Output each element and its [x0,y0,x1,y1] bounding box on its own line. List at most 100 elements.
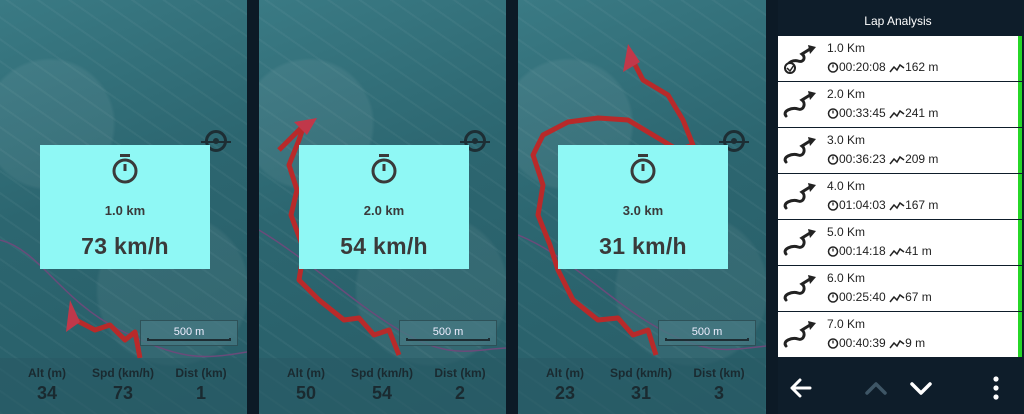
lap-elevation: 209 m [905,152,939,166]
elevation-icon [889,247,905,257]
route-icon [783,275,816,302]
status-bar [1018,312,1022,357]
scale-bar: 500 m [658,320,756,346]
lap-elevation: 9 m [905,336,926,350]
distance-value: 3 [713,383,724,403]
scale-bar: 500 m [399,320,497,346]
status-bar [1018,266,1022,311]
lap-meta: 00:20:08 162 m [827,60,938,74]
lap-distance: 7.0 Km [827,317,866,331]
distance-stat: Dist (km) 2 [425,366,495,404]
altitude-value: 23 [554,383,576,403]
elevation-icon [889,293,905,303]
lap-time: 00:20:08 [839,60,886,74]
map-panel-1[interactable]: 500 m 1.0 km 73 km/h Alt (m) 34 Spd (km/… [0,0,247,414]
lap-time: 00:33:45 [839,106,886,120]
distance-label: Dist (km) [434,366,486,380]
status-bar [1018,174,1022,219]
altitude-stat: Alt (m) 34 [12,366,82,404]
lap-info-card: 2.0 km 54 km/h [299,145,469,269]
lap-time: 00:40:39 [839,336,886,350]
timer-icon [827,62,839,73]
lap-row[interactable]: 1.0 Km 00:20:08 162 m [778,36,1022,81]
lap-meta: 00:25:40 67 m [827,290,932,304]
lap-distance: 4.0 Km [827,179,866,193]
back-arrow-icon[interactable] [788,375,814,401]
altitude-stat: Alt (m) 50 [271,366,341,404]
lap-elevation: 41 m [905,244,932,258]
direction-arrow-icon [66,300,80,332]
lap-time: 01:04:03 [839,198,886,212]
stopwatch-icon [112,154,138,184]
lap-row[interactable]: 5.0 Km 00:14:18 41 m [778,220,1022,265]
lap-elevation: 67 m [905,290,932,304]
distance-label: Dist (km) [693,366,745,380]
map-panel-3[interactable]: 500 m 3.0 km 31 km/h Alt (m) 23 Spd (km/… [518,0,766,414]
lap-elevation: 167 m [905,198,939,212]
speed-value: 73 [112,383,134,403]
stopwatch-icon [371,154,397,184]
lap-distance: 5.0 Km [827,225,866,239]
map-panel-2[interactable]: 500 m 2.0 km 54 km/h Alt (m) 50 Spd (km/… [259,0,506,414]
speed-label: Spd (km/h) [92,366,154,380]
lap-time: 00:14:18 [839,244,886,258]
lap-speed: 54 km/h [340,233,428,259]
status-bar [1018,128,1022,173]
lap-time: 00:36:23 [839,152,886,166]
speed-value: 54 [371,383,393,403]
distance-value: 2 [454,383,465,403]
lap-meta: 00:14:18 41 m [827,244,932,258]
altitude-value: 50 [295,383,317,403]
lap-distance: 2.0 Km [827,87,866,101]
timer-icon [827,108,839,119]
elevation-icon [889,201,905,211]
lap-distance: 1.0 Km [827,41,866,55]
more-vert-icon[interactable] [990,375,1002,401]
altitude-stat: Alt (m) 23 [530,366,600,404]
chevron-up-icon[interactable] [863,375,889,401]
stats-bar: Alt (m) 50 Spd (km/h) 54 Dist (km) 2 [259,358,506,414]
timer-icon [827,200,839,211]
lap-row[interactable]: 3.0 Km 00:36:23 209 m [778,128,1022,173]
elevation-icon [889,109,905,119]
status-bar [1018,220,1022,265]
lap-meta: 00:40:39 9 m [827,336,925,350]
lap-list: 1.0 Km 00:20:08 162 m 2.0 Km 00:33:45 24… [778,36,1024,358]
distance-stat: Dist (km) 1 [166,366,236,404]
speed-value: 31 [630,383,652,403]
lap-row[interactable]: 7.0 Km 00:40:39 9 m [778,312,1022,357]
chevron-down-icon[interactable] [908,375,934,401]
status-bar [1018,36,1022,81]
speed-stat: Spd (km/h) 54 [347,366,417,404]
elevation-icon [889,155,905,165]
lap-meta: 01:04:03 167 m [827,198,938,212]
altitude-value: 34 [36,383,58,403]
route-icon [783,91,816,118]
distance-value: 1 [195,383,206,403]
route-icon [783,321,816,348]
elevation-icon [889,339,905,349]
altitude-label: Alt (m) [28,366,66,380]
distance-stat: Dist (km) 3 [684,366,754,404]
lap-info-card: 3.0 km 31 km/h [558,145,728,269]
altitude-label: Alt (m) [546,366,584,380]
status-bar [1018,82,1022,127]
lap-meta: 00:36:23 209 m [827,152,938,166]
lap-speed: 73 km/h [81,233,169,259]
speed-stat: Spd (km/h) 73 [88,366,158,404]
lap-row[interactable]: 6.0 Km 00:25:40 67 m [778,266,1022,311]
route-icon [783,137,816,164]
lap-distance: 3.0 Km [827,133,866,147]
lap-row[interactable]: 2.0 Km 00:33:45 241 m [778,82,1022,127]
lap-distance: 2.0 km [363,203,405,218]
altitude-label: Alt (m) [287,366,325,380]
timer-icon [827,292,839,303]
timer-icon [827,338,839,349]
speed-label: Spd (km/h) [610,366,672,380]
lap-row[interactable]: 4.0 Km 01:04:03 167 m [778,174,1022,219]
stopwatch-icon [630,154,656,184]
lap-meta: 00:33:45 241 m [827,106,938,120]
route-icon [783,229,816,256]
stats-bar: Alt (m) 23 Spd (km/h) 31 Dist (km) 3 [518,358,765,414]
lap-elevation: 241 m [905,106,939,120]
